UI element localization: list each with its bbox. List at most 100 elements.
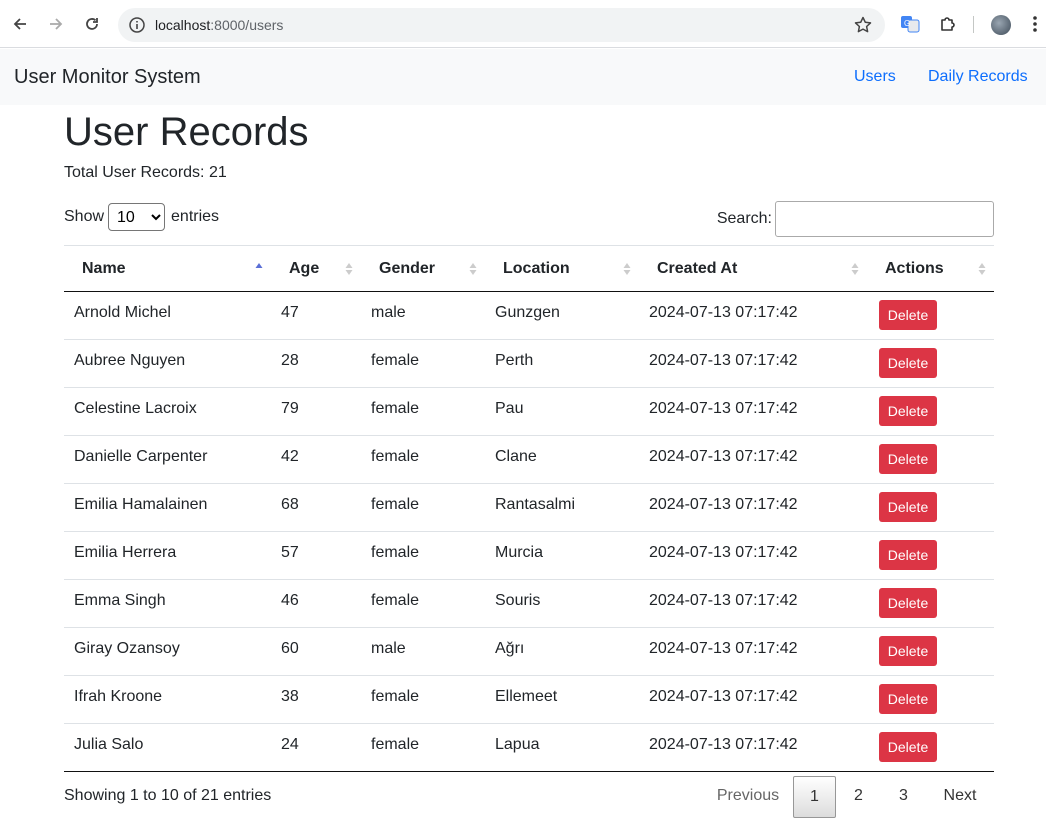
delete-button[interactable]: Delete	[879, 492, 937, 522]
sort-both-icon	[851, 263, 859, 275]
table-row: Ifrah Kroone 38 female Ellemeet 2024-07-…	[64, 675, 994, 724]
cell-actions: Delete	[867, 339, 994, 388]
cell-name: Julia Salo	[64, 723, 271, 772]
back-arrow-icon[interactable]	[8, 12, 32, 36]
forward-arrow-icon[interactable]	[44, 12, 68, 36]
cell-location: Perth	[485, 339, 639, 388]
cell-actions: Delete	[867, 531, 994, 580]
page-button-3[interactable]: 3	[881, 776, 926, 818]
delete-button[interactable]: Delete	[879, 732, 937, 762]
page-button-1[interactable]: 1	[793, 776, 836, 818]
cell-gender: male	[361, 291, 485, 340]
cell-created-at: 2024-07-13 07:17:42	[639, 387, 867, 436]
cell-age: 24	[271, 723, 361, 772]
delete-button[interactable]: Delete	[879, 300, 937, 330]
column-header-label: Created At	[657, 259, 738, 277]
cell-name: Emma Singh	[64, 579, 271, 628]
delete-button[interactable]: Delete	[879, 636, 937, 666]
cell-gender: female	[361, 579, 485, 628]
next-button[interactable]: Next	[926, 776, 994, 818]
column-header-label: Gender	[379, 259, 436, 277]
app-navbar: User Monitor System Users Daily Records	[0, 49, 1046, 105]
page-button-2[interactable]: 2	[836, 776, 881, 818]
cell-gender: female	[361, 339, 485, 388]
sort-both-icon	[469, 263, 477, 275]
cell-location: Pau	[485, 387, 639, 436]
cell-created-at: 2024-07-13 07:17:42	[639, 531, 867, 580]
url-text[interactable]: localhost:8000/users	[155, 17, 283, 33]
total-records-label: Total User Records: 21	[64, 164, 227, 181]
cell-gender: female	[361, 435, 485, 484]
nav-link-users[interactable]: Users	[854, 68, 896, 86]
sort-both-icon	[623, 263, 631, 275]
cell-location: Clane	[485, 435, 639, 484]
cell-gender: female	[361, 531, 485, 580]
brand-title[interactable]: User Monitor System	[14, 66, 201, 89]
search-input[interactable]	[775, 201, 994, 237]
sort-both-icon	[978, 263, 986, 275]
toolbar-divider	[973, 16, 974, 33]
delete-button[interactable]: Delete	[879, 444, 937, 474]
cell-gender: female	[361, 723, 485, 772]
column-header-created-at[interactable]: Created At	[639, 245, 867, 292]
cell-location: Souris	[485, 579, 639, 628]
cell-created-at: 2024-07-13 07:17:42	[639, 483, 867, 532]
cell-gender: female	[361, 483, 485, 532]
cell-actions: Delete	[867, 723, 994, 772]
table-row: Julia Salo 24 female Lapua 2024-07-13 07…	[64, 723, 994, 772]
page-title: User Records	[64, 110, 309, 154]
column-header-location[interactable]: Location	[485, 245, 639, 292]
cell-name: Danielle Carpenter	[64, 435, 271, 484]
cell-location: Murcia	[485, 531, 639, 580]
cell-actions: Delete	[867, 387, 994, 436]
cell-created-at: 2024-07-13 07:17:42	[639, 627, 867, 676]
cell-actions: Delete	[867, 291, 994, 340]
cell-age: 47	[271, 291, 361, 340]
cell-location: Lapua	[485, 723, 639, 772]
translate-icon[interactable]: G	[900, 14, 920, 34]
delete-button[interactable]: Delete	[879, 396, 937, 426]
cell-created-at: 2024-07-13 07:17:42	[639, 723, 867, 772]
profile-avatar[interactable]	[991, 15, 1011, 35]
column-header-age[interactable]: Age	[271, 245, 361, 292]
column-header-actions[interactable]: Actions	[867, 245, 994, 292]
sort-ascending-icon	[255, 263, 263, 268]
cell-location: Ellemeet	[485, 675, 639, 724]
pagination: Previous 1 2 3 Next	[709, 776, 994, 818]
delete-button[interactable]: Delete	[879, 348, 937, 378]
cell-gender: male	[361, 627, 485, 676]
cell-actions: Delete	[867, 675, 994, 724]
bookmark-star-icon[interactable]	[853, 15, 873, 35]
table-row: Aubree Nguyen 28 female Perth 2024-07-13…	[64, 339, 994, 388]
delete-button[interactable]: Delete	[879, 540, 937, 570]
cell-name: Emilia Herrera	[64, 531, 271, 580]
browser-menu-icon[interactable]	[1030, 14, 1040, 34]
site-info-icon[interactable]	[128, 16, 146, 34]
cell-actions: Delete	[867, 483, 994, 532]
search-label: Search:	[716, 210, 772, 227]
cell-age: 28	[271, 339, 361, 388]
extensions-puzzle-icon[interactable]	[938, 14, 958, 34]
table-row: Giray Ozansoy 60 male Ağrı 2024-07-13 07…	[64, 627, 994, 676]
cell-location: Rantasalmi	[485, 483, 639, 532]
delete-button[interactable]: Delete	[879, 588, 937, 618]
address-bar[interactable]: localhost:8000/users	[118, 8, 885, 42]
delete-button[interactable]: Delete	[879, 684, 937, 714]
cell-age: 60	[271, 627, 361, 676]
cell-created-at: 2024-07-13 07:17:42	[639, 339, 867, 388]
search-control: Search:	[717, 201, 994, 237]
reload-icon[interactable]	[80, 12, 104, 36]
cell-age: 79	[271, 387, 361, 436]
column-header-gender[interactable]: Gender	[361, 245, 485, 292]
cell-age: 42	[271, 435, 361, 484]
table-row: Emma Singh 46 female Souris 2024-07-13 0…	[64, 579, 994, 628]
nav-link-daily-records[interactable]: Daily Records	[928, 68, 1028, 86]
column-header-label: Age	[289, 259, 320, 277]
page-length-select[interactable]: 10	[108, 203, 166, 231]
cell-name: Giray Ozansoy	[64, 627, 271, 676]
cell-created-at: 2024-07-13 07:17:42	[639, 579, 867, 628]
column-header-name[interactable]: Name	[64, 245, 271, 292]
browser-toolbar: localhost:8000/users G	[0, 0, 1046, 48]
previous-button[interactable]: Previous	[709, 776, 787, 818]
cell-age: 68	[271, 483, 361, 532]
